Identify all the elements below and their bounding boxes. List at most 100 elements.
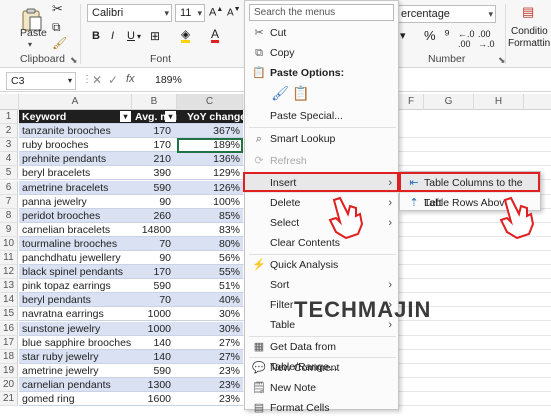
menu-item-get-data[interactable]: ▦ Get Data from Table/Range... <box>245 337 400 373</box>
cell-keyword[interactable]: carnelian pendants <box>19 377 132 392</box>
cell-avg[interactable]: 90 <box>132 251 177 266</box>
column-header-f[interactable]: F <box>399 94 424 110</box>
underline-button[interactable]: U <box>127 30 135 42</box>
cell-yoy[interactable]: 55% <box>177 265 243 280</box>
menu-item-format-cells[interactable]: ▤ Format Cells <box>245 398 400 418</box>
cell-avg[interactable]: 70 <box>132 293 177 308</box>
cell-keyword[interactable]: sunstone jewelry <box>19 321 132 336</box>
header-keyword[interactable]: Keyword ▾ <box>19 110 132 125</box>
cell-keyword[interactable]: ametrine bracelets <box>19 180 132 195</box>
cell-yoy[interactable]: 40% <box>177 293 243 308</box>
cell-yoy[interactable]: 23% <box>177 363 243 378</box>
cell-avg[interactable]: 210 <box>132 152 177 167</box>
cell-yoy[interactable]: 83% <box>177 222 243 237</box>
cell-avg[interactable]: 260 <box>132 208 177 223</box>
cell-avg[interactable]: 590 <box>132 180 177 195</box>
name-box[interactable]: C3 ▾ <box>6 72 76 90</box>
cell-keyword[interactable]: tanzanite brooches <box>19 124 132 139</box>
italic-button[interactable]: I <box>111 30 114 42</box>
cell-avg[interactable]: 70 <box>132 236 177 251</box>
filter-dropdown-icon[interactable]: ▾ <box>165 111 176 122</box>
fill-color-icon[interactable]: ◈ <box>181 28 191 43</box>
row-header[interactable]: 14 <box>0 293 18 308</box>
row-header[interactable]: 3 <box>0 138 18 153</box>
cell-yoy[interactable]: 80% <box>177 236 243 251</box>
chevron-down-icon[interactable]: ▾ <box>137 32 141 41</box>
row-header[interactable]: 9 <box>0 222 18 237</box>
row-header[interactable]: 21 <box>0 392 18 407</box>
header-yoy[interactable]: YoY change <box>177 110 243 125</box>
cell-keyword[interactable]: black spinel pendants <box>19 265 132 280</box>
cell-avg[interactable]: 170 <box>132 265 177 280</box>
row-header[interactable]: 19 <box>0 363 18 378</box>
header-avg[interactable]: Avg. mon▾ <box>132 110 177 125</box>
cell-keyword[interactable]: star ruby jewelry <box>19 349 132 364</box>
cancel-icon[interactable]: ✕ <box>92 73 102 87</box>
cell-avg[interactable]: 1300 <box>132 377 177 392</box>
menu-item-paste-special[interactable]: Paste Special... <box>245 106 400 126</box>
cell-yoy[interactable]: 27% <box>177 335 243 350</box>
cell-avg[interactable]: 170 <box>132 124 177 139</box>
borders-icon[interactable]: ⊞ <box>150 29 160 43</box>
menu-item-cut[interactable]: ✂ Cut <box>245 23 400 43</box>
bold-button[interactable]: B <box>92 30 100 42</box>
row-header[interactable]: 13 <box>0 279 18 294</box>
cell-avg[interactable]: 90 <box>132 194 177 209</box>
menu-item-copy[interactable]: ⧉ Copy <box>245 43 400 63</box>
cell-keyword[interactable]: carnelian bracelets <box>19 222 132 237</box>
cell-avg[interactable]: 140 <box>132 349 177 364</box>
more-options-icon[interactable]: ⋮ <box>82 74 92 85</box>
row-header[interactable]: 12 <box>0 265 18 280</box>
row-header[interactable]: 15 <box>0 307 18 322</box>
cell-yoy[interactable]: 30% <box>177 321 243 336</box>
cell-yoy[interactable]: 23% <box>177 392 243 407</box>
comma-style-icon[interactable]: ⁹ <box>444 26 450 42</box>
row-header[interactable]: 7 <box>0 194 18 209</box>
row-header[interactable]: 5 <box>0 166 18 181</box>
menu-item-delete[interactable]: Delete › <box>245 193 400 213</box>
cell-avg[interactable]: 170 <box>132 138 177 153</box>
cell-avg[interactable]: 590 <box>132 279 177 294</box>
font-color-icon[interactable]: A <box>211 28 220 43</box>
column-header-c[interactable]: C <box>177 94 243 110</box>
cell-keyword[interactable]: ametrine jewelry <box>19 363 132 378</box>
font-name-select[interactable]: Calibri ▾ <box>87 4 172 22</box>
cell-yoy[interactable]: 367% <box>177 124 243 139</box>
cell-keyword[interactable]: beryl pendants <box>19 293 132 308</box>
row-header[interactable]: 17 <box>0 335 18 350</box>
clipboard-launcher-icon[interactable]: ⬊ <box>70 55 78 66</box>
cell-keyword[interactable]: pink topaz earrings <box>19 279 132 294</box>
menu-item-quick-analysis[interactable]: ⚡ Quick Analysis <box>245 255 400 275</box>
column-header-h[interactable]: H <box>474 94 524 110</box>
percent-icon[interactable]: % <box>424 28 436 43</box>
cell-yoy[interactable]: 30% <box>177 307 243 322</box>
paste-option-clipboard-icon[interactable]: 📋 <box>292 85 310 103</box>
row-header[interactable]: 11 <box>0 251 18 266</box>
menu-item-new-note[interactable]: 🗒 New Note <box>245 378 400 398</box>
row-header[interactable]: 8 <box>0 208 18 223</box>
row-header[interactable]: 1 <box>0 110 18 125</box>
menu-item-select[interactable]: Select › <box>245 213 400 233</box>
insert-function-icon[interactable]: fx <box>126 73 135 85</box>
cell-keyword[interactable]: blue sapphire brooches <box>19 335 132 350</box>
cell-keyword[interactable]: beryl bracelets <box>19 166 132 181</box>
cell-keyword[interactable]: tourmaline brooches <box>19 236 132 251</box>
row-header[interactable]: 4 <box>0 152 18 167</box>
row-header[interactable]: 10 <box>0 236 18 251</box>
cell-avg[interactable]: 590 <box>132 363 177 378</box>
cell-yoy[interactable]: 126% <box>177 180 243 195</box>
cell-keyword[interactable]: navratna earrings <box>19 307 132 322</box>
paste-dropdown-icon[interactable]: ▾ <box>28 40 32 49</box>
cell-yoy[interactable]: 27% <box>177 349 243 364</box>
cell-yoy[interactable]: 85% <box>177 208 243 223</box>
row-header[interactable]: 18 <box>0 349 18 364</box>
enter-icon[interactable]: ✓ <box>108 73 118 87</box>
cell-yoy[interactable]: 129% <box>177 166 243 181</box>
row-header[interactable]: 6 <box>0 180 18 195</box>
conditional-formatting-button[interactable]: ▤ Conditio Formattin <box>508 4 551 52</box>
row-header[interactable]: 20 <box>0 377 18 392</box>
menu-search-box[interactable]: Search the menus <box>249 4 394 21</box>
menu-item-clear-contents[interactable]: Clear Contents <box>245 233 400 253</box>
filter-dropdown-icon[interactable]: ▾ <box>120 111 131 122</box>
cell-avg[interactable]: 390 <box>132 166 177 181</box>
